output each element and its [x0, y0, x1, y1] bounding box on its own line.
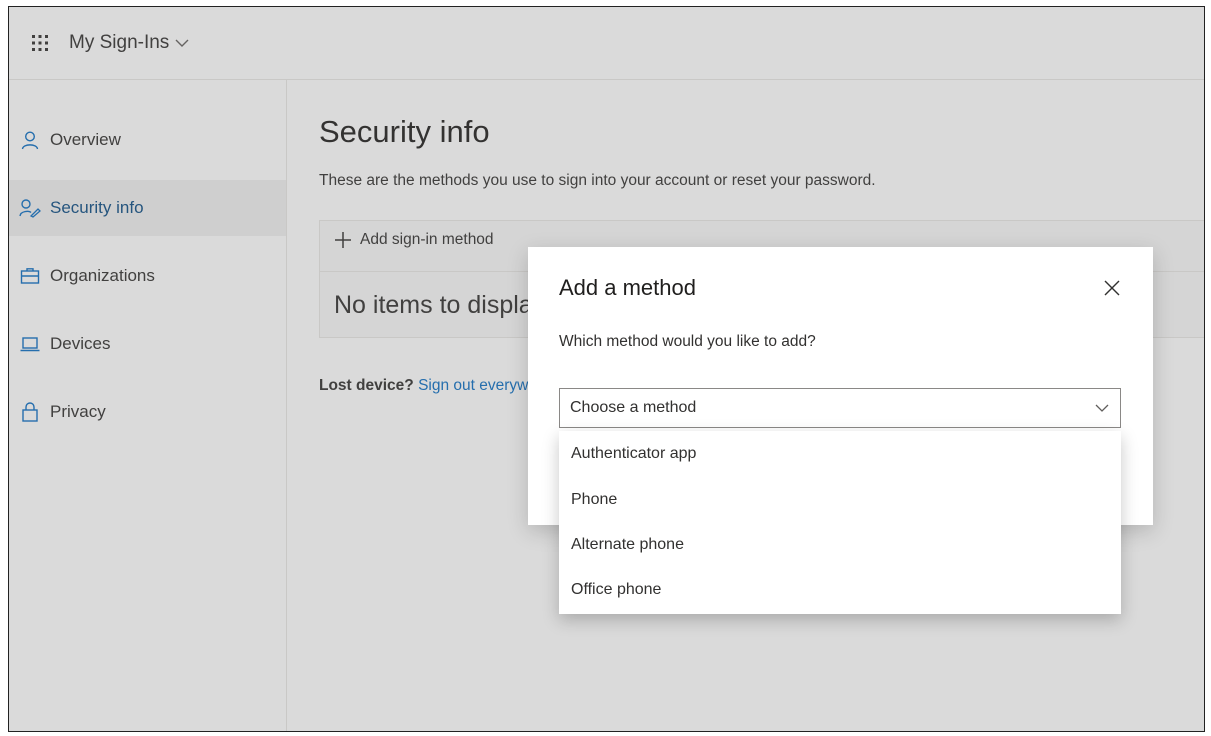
chevron-down-icon: [1095, 404, 1109, 412]
method-dropdown-list: Authenticator app Phone Alternate phone …: [559, 431, 1121, 614]
dialog-title: Add a method: [559, 275, 696, 300]
method-select[interactable]: Choose a method: [559, 388, 1121, 428]
option-authenticator-app[interactable]: Authenticator app: [559, 431, 1121, 477]
browser-frame: My Sign-Ins Overview Security info Organ…: [8, 6, 1205, 732]
option-phone[interactable]: Phone: [559, 477, 1121, 522]
option-office-phone[interactable]: Office phone: [559, 567, 1121, 612]
method-select-value: Choose a method: [570, 399, 697, 416]
close-icon[interactable]: [1101, 277, 1123, 299]
option-alternate-phone[interactable]: Alternate phone: [559, 522, 1121, 567]
dialog-question: Which method would you like to add?: [559, 333, 816, 350]
